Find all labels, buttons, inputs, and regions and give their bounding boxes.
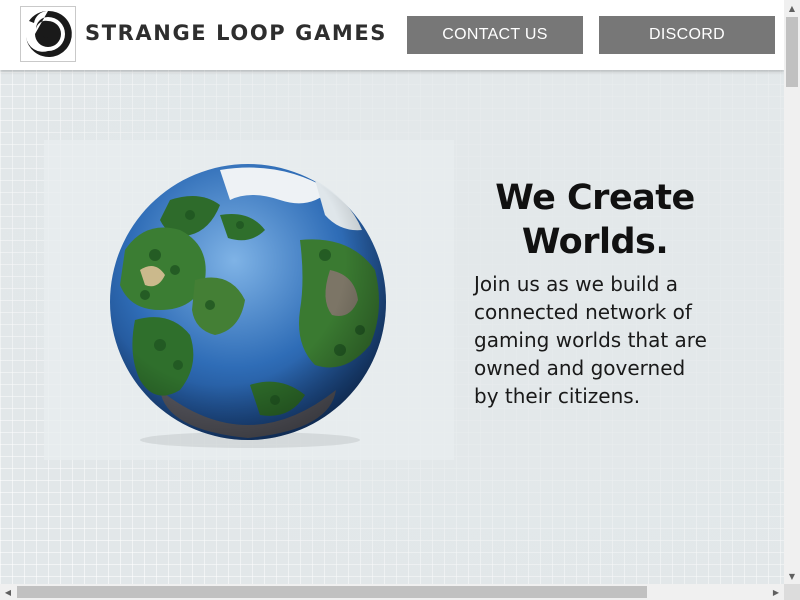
site-header: STRANGE LOOP GAMES CONTACT US DISCORD xyxy=(0,0,784,70)
page-viewport: STRANGE LOOP GAMES CONTACT US DISCORD We… xyxy=(0,0,784,584)
spiral-logo-icon[interactable] xyxy=(20,6,76,62)
hero-headline: We Create Worlds. xyxy=(476,176,714,264)
discord-button[interactable]: DISCORD xyxy=(599,16,775,54)
headline-line-1: We Create xyxy=(495,178,695,218)
scroll-down-arrow-icon[interactable]: ▼ xyxy=(784,568,800,584)
scroll-left-arrow-icon[interactable]: ◀ xyxy=(0,584,16,600)
vertical-scroll-thumb[interactable] xyxy=(786,17,798,87)
headline-line-2: Worlds. xyxy=(521,222,669,262)
scrollbar-corner xyxy=(784,584,800,600)
scroll-up-arrow-icon[interactable]: ▲ xyxy=(784,0,800,16)
planet-globe-image xyxy=(110,164,386,448)
brand-name[interactable]: STRANGE LOOP GAMES xyxy=(85,21,387,45)
scroll-right-arrow-icon[interactable]: ▶ xyxy=(768,584,784,600)
hero-description: Join us as we build a connected network … xyxy=(474,272,707,408)
horizontal-scrollbar[interactable]: ◀ ▶ xyxy=(0,584,784,600)
contact-us-button[interactable]: CONTACT US xyxy=(407,16,583,54)
vertical-scrollbar[interactable]: ▲ ▼ xyxy=(784,0,800,584)
horizontal-scroll-thumb[interactable] xyxy=(17,586,647,598)
